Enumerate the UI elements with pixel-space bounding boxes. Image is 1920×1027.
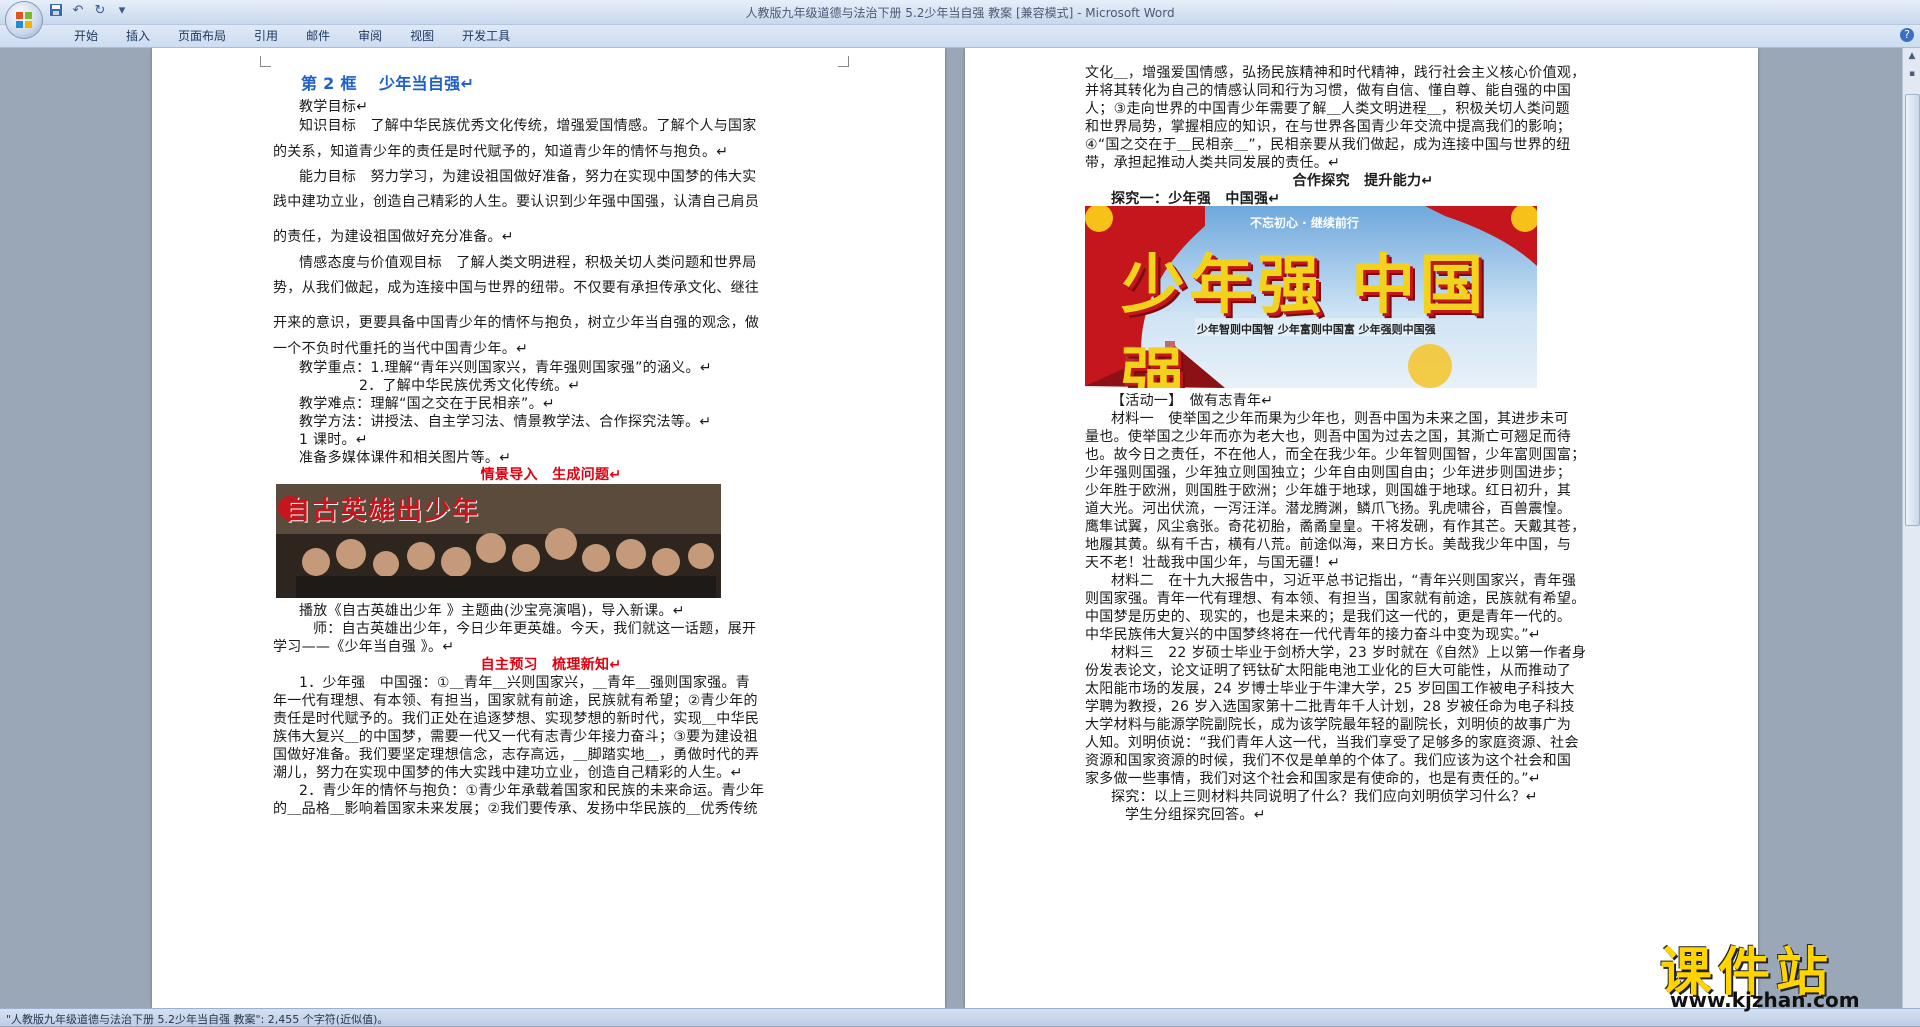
paragraph-line: 教学难点：理解“国之交在于民相亲”。↵ [299, 396, 555, 412]
tab-mailings[interactable]: 邮件 [292, 29, 344, 43]
poster-slogan: 不忘初心 · 继续前行 [1250, 216, 1359, 230]
paragraph-line: 鹰隼试翼，风尘翕张。奇花初胎，矞矞皇皇。干将发硎，有作其芒。天戴其苍， [1085, 519, 1586, 535]
paragraph-line: 教学方法：讲授法、自主学习法、情景教学法、合作探究法等。↵ [299, 414, 712, 430]
paragraph-line: 1 课时。↵ [299, 432, 368, 448]
tab-home[interactable]: 开始 [60, 29, 112, 43]
paragraph-line: 太阳能市场的发展，24 岁博士毕业于牛津大学，25 岁回国工作被电子科技大 [1085, 681, 1575, 697]
document-page-left: 第 2 框 少年当自强↵ 教学目标↵ 知识目标 了解中华民族优秀文化传统，增强爱… [152, 48, 945, 1008]
paragraph-line: 天不老！壮哉我中国少年，与国无疆！↵ [1085, 555, 1341, 571]
ribbon: 开始 插入 页面布局 引用 邮件 审阅 视图 开发工具 ? [0, 25, 1920, 48]
paragraph-line: 也。故今日之责任，不在他人，而全在我少年。少年智则国智，少年富则国富； [1085, 447, 1586, 463]
paragraph-line: 文化＿，增强爱国情感，弘扬民族精神和时代精神，践行社会主义核心价值观， [1085, 65, 1586, 81]
paragraph-line: 家多做一些事情，我们对这个社会和国家是有使命的，也是有责任的。”↵ [1085, 771, 1541, 787]
margin-mark [838, 56, 849, 67]
paragraph-line: 的关系，知道青少年的责任是时代赋予的，知道青少年的情怀与抱负。↵ [273, 144, 729, 160]
paragraph-line: 情感态度与价值观目标 了解人类文明进程，积极关切人类问题和世界局 [299, 255, 757, 271]
paragraph-line: 能力目标 努力学习，为建设祖国做好准备，努力在实现中国梦的伟大实 [299, 169, 757, 185]
paragraph-line: 份发表论文，论文证明了钙钛矿太阳能电池工业化的巨大可能性，从而推动了 [1085, 663, 1572, 679]
paragraph-line: 践中建功立业，创造自己精彩的人生。要认识到少年强中国强，认清自己肩员 [273, 194, 760, 210]
status-bar: "人教版九年级道德与法治下册 5.2少年当自强 教案": 2,455 个字符(近… [0, 1008, 1920, 1026]
paragraph-line: 材料二 在十九大报告中，习近平总书记指出，“青年兴则国家兴，青年强 [1111, 573, 1577, 589]
tab-references[interactable]: 引用 [240, 29, 292, 43]
paragraph-line: 中国梦是历史的、现实的，也是未来的；是我们这一代的，更是青年一代的。 [1085, 609, 1572, 625]
help-icon[interactable]: ? [1900, 28, 1914, 42]
paragraph-line: 的＿品格＿影响着国家未来发展；②我们要传承、发扬中华民族的＿优秀传统 [273, 801, 758, 817]
paragraph-line: 材料一 使举国之少年而果为少年也，则吾中国为未来之国，其进步未可 [1111, 411, 1569, 427]
window-title: 人教版九年级道德与法治下册 5.2少年当自强 教案 [兼容模式] - Micro… [745, 6, 1175, 20]
paragraph-line: 国做好准备。我们要坚定理想信念，志存高远，＿脚踏实地＿，勇做时代的弄 [273, 747, 760, 763]
tab-view[interactable]: 视图 [396, 29, 448, 43]
paragraph-line: 播放《自古英雄出少年 》主题曲(沙宝亮演唱)，导入新课。↵ [299, 603, 685, 619]
paragraph-line: 少年强则国强，少年独立则国独立；少年自由则国自由；少年进步则国进步； [1085, 465, 1572, 481]
paragraph-line: 探究：以上三则材料共同说明了什么？我们应向刘明侦学习什么？↵ [1111, 789, 1538, 805]
paragraph-line: 并将其转化为自己的情感认同和行为习惯，做有自信、懂自尊、能自强的中国 [1085, 83, 1572, 99]
paragraph-line: 学生分组探究回答。↵ [1125, 807, 1266, 823]
paragraph-line: 资源和国家资源的时候，我们不仅是单单的个体了。我们应该为这个社会和国 [1085, 753, 1572, 769]
paragraph-line: 人知。刘明侦说：“我们青年人这一代，当我们享受了足够多的家庭资源、社会 [1085, 735, 1579, 751]
document-page-right: 文化＿，增强爱国情感，弘扬民族精神和时代精神，践行社会主义核心价值观， 并将其转… [965, 48, 1758, 1008]
title-bar: 人教版九年级道德与法治下册 5.2少年当自强 教案 [兼容模式] - Micro… [0, 0, 1920, 25]
paragraph-line: 量也。使举国之少年而亦为老大也，则吾中国为过去之国，其澌亡可翘足而待 [1085, 429, 1572, 445]
section-title: 自主预习 梳理新知↵ [480, 657, 622, 673]
paragraph-line: 和世界局势，掌握相应的知识，在与世界各国青少年交流中提高我们的影响； [1085, 119, 1572, 135]
paragraph-line: 势，从我们做起，成为连接中国与世界的纽带。不仅要有承担传承文化、继往 [273, 280, 760, 296]
site-watermark: 课件站 www.kjzhan.com [1660, 930, 1910, 1012]
paragraph-line: 少年胜于欧洲，则国胜于欧洲；少年雄于地球，则国雄于地球。红日初升，其 [1085, 483, 1572, 499]
section-title: 合作探究 提升能力↵ [1292, 173, 1434, 189]
paragraph-line: 中华民族伟大复兴的中国梦终将在一代代青年的接力奋斗中变为现实。”↵ [1085, 627, 1541, 643]
undo-icon[interactable]: ↶ [70, 3, 86, 19]
paragraph-line: 一个不负时代重托的当代中国青少年。↵ [273, 341, 529, 357]
office-logo-icon [16, 12, 32, 28]
paragraph-line: 大学材料与能源学院副院长，成为该学院最年轻的副院长，刘明侦的故事广为 [1085, 717, 1572, 733]
paragraph-line: 带，承担起推动人类共同发展的责任。↵ [1085, 155, 1341, 171]
scroll-up-icon[interactable]: ▲ [1906, 50, 1918, 62]
paragraph-line: 道大光。河出伏流，一泻汪洋。潜龙腾渊，鳞爪飞扬。乳虎啸谷，百兽震惶。 [1085, 501, 1572, 517]
paragraph-line: 教学重点：1.理解“青年兴则国家兴，青年强则国家强”的涵义。↵ [299, 360, 712, 376]
paragraph-line: 开来的意识，更要具备中国青少年的情怀与抱负，树立少年当自强的观念，做 [273, 315, 760, 331]
margin-mark [260, 56, 271, 67]
paragraph-line: 人；③走向世界的中国青少年需要了解＿人类文明进程＿，积极关切人类问题 [1085, 101, 1570, 117]
paragraph-line: 2．了解中华民族优秀文化传统。↵ [359, 378, 581, 394]
activity-title: 【活动一】 做有志青年↵ [1111, 393, 1274, 409]
paragraph-line: ④“国之交在于＿民相亲＿”，民相亲要从我们做起，成为连接中国与世界的纽 [1085, 137, 1571, 153]
redo-icon[interactable]: ↻ [92, 3, 108, 19]
paragraph-line: 年一代有理想、有本领、有担当，国家就有前途，民族就有希望；②青少年的 [273, 693, 758, 709]
paragraph-line: 2．青少年的情怀与抱负：①青少年承载着国家和民族的未来命运。青少年 [299, 783, 765, 799]
paragraph-line: 学聘为教授，26 岁入选国家第十二批青年千人计划，28 岁被任命为电子科技 [1085, 699, 1575, 715]
paragraph-line: 地履其黄。纵有千古，横有八荒。前途似海，来日方长。美哉我少年中国，与 [1085, 537, 1572, 553]
quick-access-toolbar: ↶ ↻ ▾ [48, 3, 130, 19]
ribbon-tabs: 开始 插入 页面布局 引用 邮件 审阅 视图 开发工具 [60, 29, 524, 43]
paragraph-line: 材料三 22 岁硕士毕业于剑桥大学，23 岁时就在《自然》上以第一作者身 [1111, 645, 1587, 661]
section-heading: 第 2 框 少年当自强↵ [301, 74, 475, 93]
customize-toolbar-icon[interactable]: ▾ [114, 3, 130, 19]
section-title: 情景导入 生成问题↵ [480, 467, 622, 483]
poster-headline: 少年强 中国强 [1121, 249, 1488, 388]
paragraph-line: 1．少年强 中国强：①＿青年＿兴则国家兴，＿青年＿强则国家强。青 [299, 675, 751, 691]
ruler-toggle-icon[interactable]: ▪ [1906, 68, 1918, 80]
paragraph-line: 学习——《少年当自强 》。↵ [273, 639, 455, 655]
paragraph-line: 教学目标↵ [299, 99, 369, 115]
paragraph-line: 则国家强。青年一代有理想、有本领、有担当，国家就有前途，民族就有希望。 [1085, 591, 1586, 607]
watermark-url: www.kjzhan.com [1670, 988, 1860, 1012]
paragraph-line: 知识目标 了解中华民族优秀文化传统，增强爱国情感。了解个人与国家 [299, 118, 757, 134]
tab-review[interactable]: 审阅 [344, 29, 396, 43]
paragraph-line: 的责任，为建设祖国做好充分准备。↵ [273, 229, 514, 245]
paragraph-line: 潮儿，努力在实现中国梦的伟大实践中建功立业，创造自己精彩的人生。↵ [273, 765, 743, 781]
movie-still-image: 自古英雄出少年 [276, 484, 721, 598]
tab-page-layout[interactable]: 页面布局 [164, 29, 240, 43]
paragraph-line: 族伟大复兴＿的中国梦，需要一代又一代有志青少年接力奋斗；③要为建设祖 [273, 729, 758, 745]
poster-subtitle: 少年智则中国智 少年富则中国富 少年强则中国强 [1197, 323, 1436, 336]
vertical-scrollbar[interactable]: ▲ ▪ [1902, 48, 1920, 1008]
document-workspace: 第 2 框 少年当自强↵ 教学目标↵ 知识目标 了解中华民族优秀文化传统，增强爱… [0, 48, 1902, 1008]
paragraph-line: 师：自古英雄出少年，今日少年更英雄。今天，我们就这一话题，展开 [313, 621, 757, 637]
poster-image: 不忘初心 · 继续前行 少年强 中国强 少年智则中国智 少年富则中国富 少年强则… [1085, 206, 1537, 388]
tab-developer[interactable]: 开发工具 [448, 29, 524, 43]
office-button[interactable] [6, 2, 42, 38]
subsection-title: 探究一：少年强 中国强↵ [1111, 191, 1281, 207]
scrollbar-thumb[interactable] [1905, 94, 1920, 526]
paragraph-line: 责任是时代赋予的。我们正处在追逐梦想、实现梦想的新时代，实现＿中华民 [273, 711, 760, 727]
movie-title-text: 自古英雄出少年 [284, 496, 481, 526]
tab-insert[interactable]: 插入 [112, 29, 164, 43]
save-icon[interactable] [48, 3, 64, 19]
